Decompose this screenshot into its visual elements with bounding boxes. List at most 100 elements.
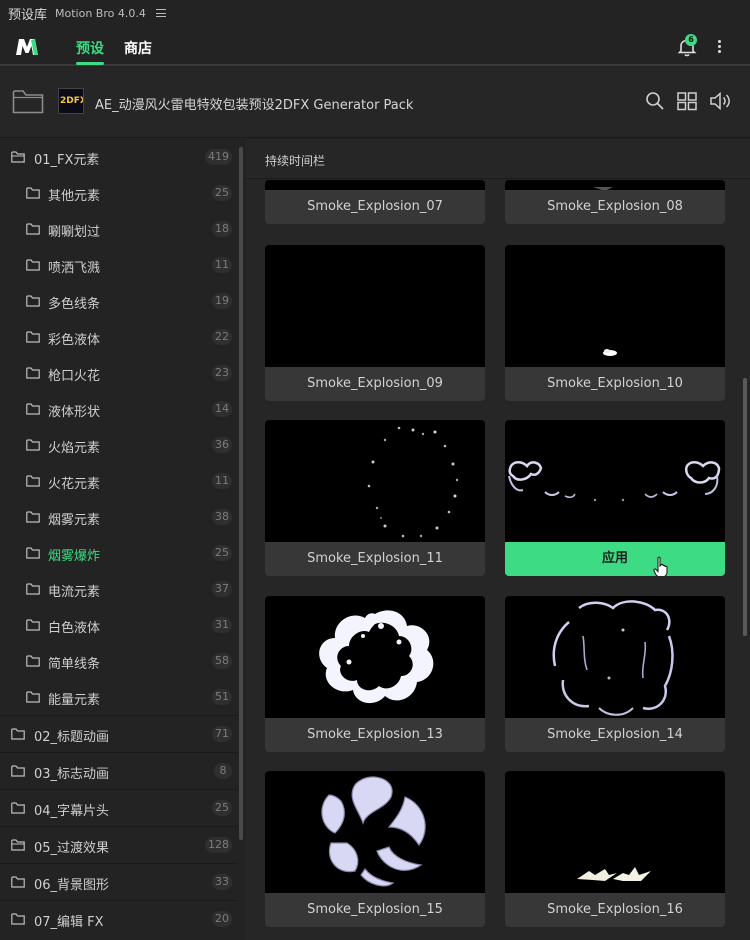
sidebar-item-label: 03_标志动画 <box>34 767 110 782</box>
preset-card[interactable]: Smoke_Explosion_11 <box>265 420 485 576</box>
count-badge: 36 <box>212 437 232 453</box>
sidebar-item-fire[interactable]: 火焰元素 36 <box>0 427 238 463</box>
tab-active-indicator <box>76 62 104 65</box>
preset-thumbnail <box>505 420 725 542</box>
sidebar-item-02-titles[interactable]: 02_标题动画 71 <box>0 716 238 752</box>
preset-card[interactable]: Smoke_Explosion_13 <box>265 596 485 752</box>
sidebar-scrollbar[interactable] <box>239 147 243 840</box>
sidebar-item-smoke[interactable]: 烟雾元素 38 <box>0 499 238 535</box>
smoke-spikes-art <box>577 867 651 881</box>
pack-thumbnail-text: 2DFX <box>60 96 83 106</box>
menu-icon[interactable] <box>155 9 166 17</box>
sidebar-item-label: 多色线条 <box>48 297 101 312</box>
preset-card[interactable]: Smoke_Explosion_08 <box>505 180 725 224</box>
count-badge: 38 <box>212 509 232 525</box>
search-icon[interactable] <box>644 90 666 112</box>
content-scrollbar[interactable] <box>743 378 747 636</box>
count-badge: 71 <box>212 726 232 742</box>
sidebar-item-white-liquid[interactable]: 白色液体 31 <box>0 607 238 643</box>
count-badge: 22 <box>212 329 232 345</box>
folder-icon <box>11 765 25 777</box>
sidebar-item-label: 烟雾爆炸 <box>48 549 101 564</box>
count-badge: 19 <box>212 293 232 309</box>
motion-bro-logo[interactable] <box>14 36 40 58</box>
apply-button[interactable]: 应用 <box>505 542 725 576</box>
preset-thumbnail <box>505 596 725 718</box>
folder-icon <box>26 367 40 379</box>
more-vertical-icon[interactable] <box>714 38 724 56</box>
sidebar-item-03-logos[interactable]: 03_标志动画 8 <box>0 753 238 789</box>
notification-badge: 6 <box>685 34 697 46</box>
count-badge: 23 <box>212 365 232 381</box>
pack-title: AE_动漫风火雷电特效包装预设2DFX Generator Pack <box>95 98 414 113</box>
sidebar-item-06-backgrounds[interactable]: 06_背景图形 33 <box>0 864 238 900</box>
sidebar-item-other-elements[interactable]: 其他元素 25 <box>0 175 238 211</box>
sidebar-item-label: 喷洒飞溅 <box>48 261 101 276</box>
sidebar-item-label: 火焰元素 <box>48 441 101 456</box>
folder-icon[interactable] <box>12 88 44 114</box>
folder-open-icon <box>11 839 25 851</box>
folder-icon <box>26 475 40 487</box>
sidebar-item-04-captions[interactable]: 04_字幕片头 25 <box>0 790 238 826</box>
count-badge: 58 <box>212 653 232 669</box>
sidebar-item-splatter[interactable]: 喷洒飞溅 11 <box>0 247 238 283</box>
tab-store[interactable]: 商店 <box>124 38 152 58</box>
preset-thumbnail <box>265 180 485 190</box>
folder-icon <box>26 583 40 595</box>
folder-open-icon <box>11 151 25 163</box>
count-badge: 419 <box>205 149 232 165</box>
preset-card[interactable]: Smoke_Explosion_14 <box>505 596 725 752</box>
preset-card[interactable]: Smoke_Explosion_10 <box>505 245 725 401</box>
folder-icon <box>26 547 40 559</box>
sidebar-item-liquid-shapes[interactable]: 液体形状 14 <box>0 391 238 427</box>
window-title: 预设库 <box>8 7 48 23</box>
sidebar-item-05-transitions[interactable]: 05_过渡效果 128 <box>0 827 238 863</box>
folder-icon <box>26 619 40 631</box>
preset-card-hovered[interactable]: 应用 <box>505 420 725 576</box>
folder-icon <box>11 913 25 925</box>
sidebar-item-label: 彩色液体 <box>48 333 101 348</box>
app-name: Motion Bro 4.0.4 <box>55 6 146 20</box>
folder-icon <box>26 187 40 199</box>
sidebar-item-simple-lines[interactable]: 简单线条 58 <box>0 643 238 679</box>
sidebar-item-color-liquid[interactable]: 彩色液体 22 <box>0 319 238 355</box>
tab-presets[interactable]: 预设 <box>76 38 104 58</box>
sidebar-item-electric[interactable]: 电流元素 37 <box>0 571 238 607</box>
preset-thumbnail <box>505 180 725 191</box>
sidebar-item-swoosh[interactable]: 唰唰划过 18 <box>0 211 238 247</box>
sidebar-item-label: 烟雾元素 <box>48 513 101 528</box>
folder-icon <box>26 403 40 415</box>
sidebar-item-label: 能量元素 <box>48 693 101 708</box>
folder-icon <box>26 691 40 703</box>
sidebar-item-smoke-explosion[interactable]: 烟雾爆炸 25 <box>0 535 238 571</box>
sidebar-item-sparks[interactable]: 火花元素 11 <box>0 463 238 499</box>
preset-thumbnail <box>505 771 725 893</box>
preset-thumbnail <box>265 420 485 542</box>
pack-thumbnail: 2DFX <box>58 88 84 114</box>
preset-grid: 持续时间栏 Smoke_Explosion_07 Smoke_Explosion… <box>246 139 750 940</box>
smoke-burst-art <box>508 461 721 502</box>
volume-icon[interactable] <box>709 90 733 112</box>
count-badge: 20 <box>212 911 232 927</box>
folder-icon <box>26 331 40 343</box>
preset-card[interactable]: Smoke_Explosion_07 <box>265 180 485 224</box>
preset-name: Smoke_Explosion_10 <box>505 367 725 401</box>
preset-name: Smoke_Explosion_08 <box>505 190 725 224</box>
sidebar-item-energy[interactable]: 能量元素 51 <box>0 679 238 715</box>
preset-card[interactable]: Smoke_Explosion_09 <box>265 245 485 401</box>
pack-bar: 2DFX AE_动漫风火雷电特效包装预设2DFX Generator Pack <box>0 68 750 138</box>
app-header: 预设 商店 6 <box>0 26 750 66</box>
preset-card[interactable]: Smoke_Explosion_15 <box>265 771 485 927</box>
grid-view-icon[interactable] <box>676 90 698 112</box>
count-badge: 14 <box>212 401 232 417</box>
window-titlebar: 预设库 Motion Bro 4.0.4 <box>0 0 750 26</box>
folder-icon <box>26 439 40 451</box>
count-badge: 33 <box>212 874 232 890</box>
count-badge: 8 <box>214 763 232 779</box>
sidebar-item-label: 液体形状 <box>48 405 101 420</box>
sidebar-item-01-fx[interactable]: 01_FX元素 419 <box>0 139 238 175</box>
sidebar-item-multicolor-lines[interactable]: 多色线条 19 <box>0 283 238 319</box>
sidebar-item-muzzle-flash[interactable]: 枪口火花 23 <box>0 355 238 391</box>
sidebar-item-07-edit-fx[interactable]: 07_编辑 FX 20 <box>0 901 238 937</box>
preset-card[interactable]: Smoke_Explosion_16 <box>505 771 725 927</box>
